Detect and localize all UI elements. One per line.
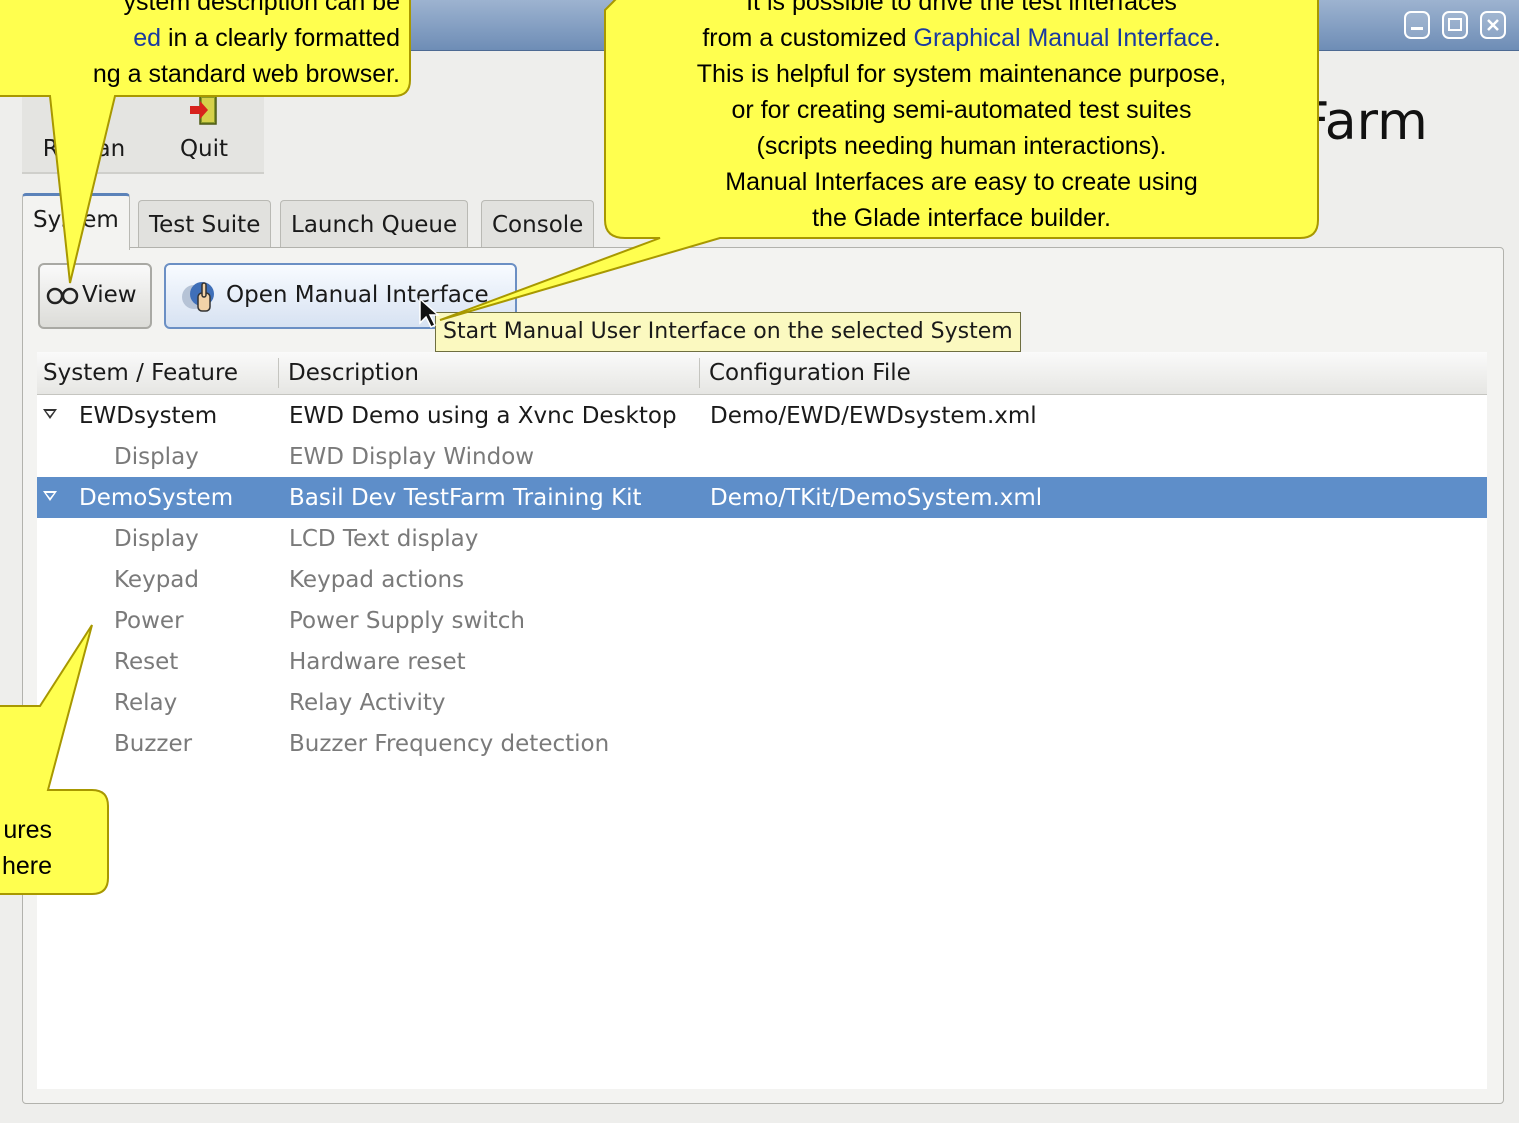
tab-system[interactable]: System xyxy=(22,193,130,250)
callout-right: It is possible to drive the test interfa… xyxy=(605,0,1318,236)
callout-line: the Glade interface builder. xyxy=(812,204,1111,232)
row-description: Relay Activity xyxy=(289,690,446,716)
table-row-feature[interactable]: Display LCD Text display xyxy=(37,518,1487,559)
minimize-button[interactable] xyxy=(1404,11,1430,39)
tab-console-label: Console xyxy=(492,212,584,238)
table-row-demosystem[interactable]: DemoSystem Basil Dev TestFarm Training K… xyxy=(37,477,1487,518)
row-description: LCD Text display xyxy=(289,526,479,552)
row-name: EWDsystem xyxy=(79,403,218,429)
row-name: Display xyxy=(114,444,199,470)
row-config: Demo/EWD/EWDsystem.xml xyxy=(710,403,1037,429)
row-description: Buzzer Frequency detection xyxy=(289,731,610,757)
row-name: Relay xyxy=(114,690,178,716)
callout-bottom-left: ures here xyxy=(0,812,52,884)
callout-line: ystem description can be xyxy=(123,0,400,16)
row-description: Hardware reset xyxy=(289,649,466,675)
tab-system-label: System xyxy=(33,207,119,233)
callout-top-left: ystem description can be ed in a clearly… xyxy=(0,0,400,92)
maximize-icon xyxy=(1448,18,1462,31)
row-description: EWD Display Window xyxy=(289,444,535,470)
tab-launch-queue[interactable]: Launch Queue xyxy=(280,200,469,247)
rescan-button[interactable]: Rescan xyxy=(34,90,134,165)
row-name: Display xyxy=(114,526,199,552)
tab-launch-queue-label: Launch Queue xyxy=(291,212,458,238)
row-name: Reset xyxy=(114,649,179,675)
row-description: Keypad actions xyxy=(289,567,465,593)
row-config: Demo/TKit/DemoSystem.xml xyxy=(710,485,1043,511)
callout-line: ng a standard web browser. xyxy=(92,60,400,88)
callout-line: ed in a clearly formatted xyxy=(133,24,400,52)
row-name: Keypad xyxy=(114,567,199,593)
header-description[interactable]: Description xyxy=(288,360,419,386)
table-row-ewdsystem[interactable]: EWDsystem EWD Demo using a Xvnc Desktop … xyxy=(37,395,1487,436)
callout-line: (scripts needing human interactions). xyxy=(756,132,1167,160)
callout-line: ures xyxy=(3,816,52,844)
row-description: Power Supply switch xyxy=(289,608,525,634)
expander-icon[interactable] xyxy=(43,491,57,501)
view-button[interactable]: View xyxy=(38,263,152,329)
table-row-feature[interactable]: Keypad Keypad actions xyxy=(37,559,1487,600)
minimize-icon xyxy=(1411,27,1423,30)
table-row-feature[interactable]: Power Power Supply switch xyxy=(37,600,1487,641)
glasses-icon xyxy=(46,287,79,305)
view-label: View xyxy=(82,282,137,308)
exit-icon xyxy=(190,95,217,125)
quit-button[interactable]: Quit xyxy=(154,90,254,165)
tab-console[interactable]: Console xyxy=(481,200,595,247)
callout-line: from a customized Graphical Manual Inter… xyxy=(702,24,1221,52)
close-icon xyxy=(1487,19,1499,31)
callout-line: It is possible to drive the test interfa… xyxy=(746,0,1177,16)
table-header: System / Feature Description Configurati… xyxy=(37,352,1487,395)
row-description: EWD Demo using a Xvnc Desktop xyxy=(289,403,677,429)
tooltip: Start Manual User Interface on the selec… xyxy=(435,312,1021,352)
callout-line: Manual Interfaces are easy to create usi… xyxy=(725,168,1198,196)
table-row-feature[interactable]: Relay Relay Activity xyxy=(37,682,1487,723)
tab-test-suite-label: Test Suite xyxy=(149,212,261,238)
tab-test-suite[interactable]: Test Suite xyxy=(138,200,272,247)
header-system-feature[interactable]: System / Feature xyxy=(43,360,238,386)
system-table[interactable]: System / Feature Description Configurati… xyxy=(37,352,1487,1089)
callout-line: here xyxy=(1,852,52,880)
table-row-feature[interactable]: Display EWD Display Window xyxy=(37,436,1487,477)
expander-icon[interactable] xyxy=(43,409,57,419)
table-row-feature[interactable]: Reset Hardware reset xyxy=(37,641,1487,682)
mouse-pointer-icon xyxy=(419,297,440,329)
refresh-icon xyxy=(71,97,97,123)
callout-line: or for creating semi-automated test suit… xyxy=(731,96,1192,124)
open-manual-label: Open Manual Interface xyxy=(226,282,489,308)
header-configuration-file[interactable]: Configuration File xyxy=(709,360,911,386)
callout-line: This is helpful for system maintenance p… xyxy=(696,60,1227,88)
column-separator[interactable] xyxy=(699,358,700,388)
row-name: DemoSystem xyxy=(79,485,234,511)
column-separator[interactable] xyxy=(278,358,279,388)
maximize-button[interactable] xyxy=(1442,11,1468,39)
row-name: Power xyxy=(114,608,184,634)
toolbar: Rescan Quit xyxy=(22,80,264,174)
close-window-button[interactable] xyxy=(1480,11,1506,39)
table-row-feature[interactable]: Buzzer Buzzer Frequency detection xyxy=(37,723,1487,764)
quit-label: Quit xyxy=(179,136,229,162)
row-name: Buzzer xyxy=(114,731,193,757)
row-description: Basil Dev TestFarm Training Kit xyxy=(289,485,642,511)
manual-interface-icon xyxy=(182,282,214,312)
rescan-label: Rescan xyxy=(42,136,126,162)
